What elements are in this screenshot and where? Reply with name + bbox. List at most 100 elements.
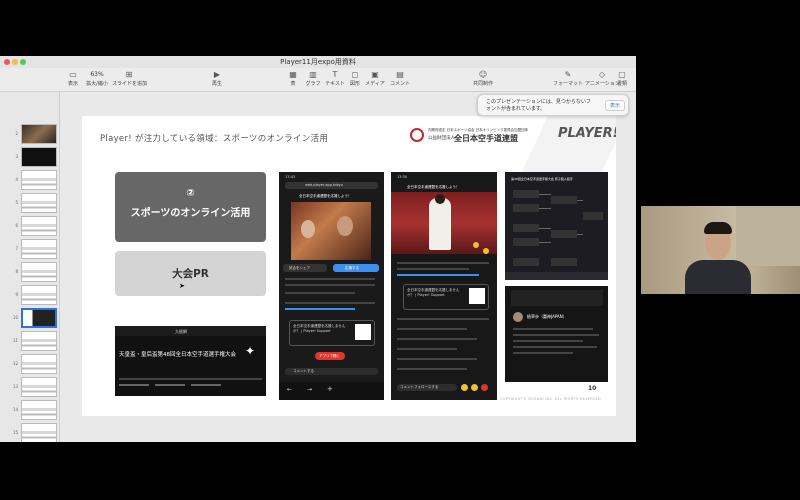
slide-thumbnail-number: 4 — [15, 177, 18, 182]
broadcast-caption: 天皇盃・皇后盃第48回全日本空手道選手権大会 — [119, 352, 237, 358]
phone-screenshot-1: 17:43 web.player-app.tokyo 全日本空手道連盟を応援しよ… — [279, 172, 384, 400]
slide-thumbnail-image — [21, 354, 57, 374]
jkf-logo-icon — [410, 128, 424, 142]
notice-show-button[interactable]: 表示 — [605, 100, 625, 111]
slide-thumbnail-image — [21, 377, 57, 397]
org-name: 全日本空手道連盟 — [454, 134, 518, 143]
copyright: COPYRIGHT© DOSANI INC. ALL RIGHTS RESERV… — [500, 397, 602, 401]
slide-thumbnail-number: 3 — [15, 154, 18, 159]
play-icon: ▶ — [213, 70, 221, 79]
profile-name: 植草歩（蕾神JAPAN） — [527, 314, 567, 319]
slide-thumbnail-image — [21, 216, 57, 236]
tournament-pr-label: 大会PR — [172, 268, 209, 280]
notice-text: このプレゼンテーションには、見つからないフォントが含まれています。 — [486, 99, 591, 112]
slide-thumbnail-11[interactable]: 11 — [6, 331, 58, 351]
phone1-url: web.player-app.tokyo — [305, 183, 343, 187]
slide-thumbnail-7[interactable]: 7 — [6, 239, 58, 259]
phone1-add-icon: + — [327, 385, 333, 393]
slide-thumbnail-image — [21, 193, 57, 213]
phone1-time: 17:43 — [285, 175, 296, 179]
phone2-headline: 全日本空手道連盟を応援しよう！ — [407, 185, 460, 189]
slide[interactable]: Player! が注力している領域：スポーツのオンライン活用 内閣府認定 日本ス… — [82, 116, 616, 416]
online-use-number: ② — [186, 188, 195, 199]
slide-thumbnail-15[interactable]: 15 — [6, 423, 58, 442]
play-button[interactable]: ▶ 再生 — [200, 70, 234, 88]
phone1-open-app-button: アプリで開く — [319, 354, 340, 358]
phone1-support-button: 応援する — [345, 266, 359, 270]
slide-thumbnail-8[interactable]: 8 — [6, 262, 58, 282]
document-title: Player11月expo用資料 — [280, 58, 356, 66]
format-button[interactable]: ✎ フォーマット — [551, 70, 585, 88]
slide-navigator: 2345678910111213141516 — [0, 92, 60, 442]
online-use-block[interactable]: ② スポーツのオンライン活用 — [115, 172, 266, 242]
slide-thumbnail-image — [21, 308, 57, 328]
slide-thumbnail-number: 14 — [12, 407, 18, 412]
phone1-headline: 全日本空手道連盟を応援しよう！ — [299, 194, 352, 198]
slide-thumbnail-9[interactable]: 9 — [6, 285, 58, 305]
screen: Player11月expo用資料 ▭ 表示 63% 拡大/縮小 ⊞ スライドを追… — [0, 0, 800, 500]
slide-thumbnail-4[interactable]: 4 — [6, 170, 58, 190]
org-prefix: 公益財団法人 — [428, 136, 455, 141]
document-button[interactable]: ▢ 書類 — [609, 70, 635, 88]
phone1-back-icon: ← — [287, 386, 293, 393]
player-logo: PLAYER! — [558, 126, 616, 141]
slide-thumbnail-image — [21, 331, 57, 351]
phone2-time: 13:30 — [397, 175, 408, 179]
slide-thumbnail-3[interactable]: 3 — [6, 147, 58, 167]
slide-thumbnail-number: 15 — [12, 430, 18, 435]
slide-thumbnail-10[interactable]: 10 — [6, 308, 58, 328]
slide-thumbnail-number: 8 — [15, 269, 18, 274]
slide-thumbnail-number: 13 — [12, 384, 18, 389]
mouse-cursor-icon: ➤ — [179, 282, 185, 290]
slide-thumbnail-6[interactable]: 6 — [6, 216, 58, 236]
slide-thumbnail-number: 2 — [15, 131, 18, 136]
person-body — [685, 260, 751, 294]
karate-figure-icon: ✦ — [245, 344, 256, 358]
slide-thumbnail-14[interactable]: 14 — [6, 400, 58, 420]
slide-thumbnail-number: 7 — [15, 246, 18, 251]
slide-thumbnail-image — [21, 170, 57, 190]
tv-broadcast-screenshot: 九経網 天皇盃・皇后盃第48回全日本空手道選手権大会 ✦ — [115, 326, 266, 396]
phone1-forward-icon: → — [307, 386, 313, 393]
slide-thumbnail-number: 9 — [15, 292, 18, 297]
slide-thumbnail-number: 11 — [12, 338, 18, 343]
comment-button[interactable]: ▤ コメント — [383, 70, 417, 88]
slide-thumbnail-number: 12 — [12, 361, 18, 366]
comment-icon: ▤ — [396, 70, 404, 79]
collaborate-button[interactable]: ☺ 共同制作 — [466, 70, 500, 88]
slide-thumbnail-number: 5 — [15, 200, 18, 205]
bracket-title: 第48回全日本空手道選手権大会 男子個人組手 — [511, 177, 573, 181]
slide-thumbnail-image — [21, 262, 57, 282]
tournament-pr-block[interactable]: 大会PR — [115, 251, 266, 296]
slide-thumbnail-image — [21, 400, 57, 420]
zoom-button[interactable]: 63% 拡大/縮小 — [80, 70, 114, 88]
slide-thumbnail-image — [21, 124, 57, 144]
slide-thumbnail-number: 6 — [15, 223, 18, 228]
add-slide-button[interactable]: ⊞ スライドを追加 — [112, 70, 147, 88]
phone2-comment: コメントフォロースする — [400, 385, 439, 389]
online-use-label: スポーツのオンライン活用 — [130, 208, 251, 219]
add-slide-icon: ⊞ — [125, 70, 133, 79]
zoom-value: 63% — [90, 71, 104, 78]
collaborate-icon: ☺ — [478, 70, 488, 79]
slide-thumbnail-image — [21, 285, 57, 305]
slide-title: Player! が注力している領域：スポーツのオンライン活用 — [100, 134, 329, 144]
slide-thumbnail-image — [21, 423, 57, 442]
webcam-video — [641, 206, 800, 294]
phone1-share-button: 試合をシェア — [289, 266, 310, 270]
phone-screenshot-2: 13:30 全日本空手道連盟を応援しよう！ 全日本空手道連盟を応援しませんか？ … — [391, 172, 497, 400]
bracket-screenshot: 第48回全日本空手道選手権大会 男子個人組手 — [505, 172, 608, 280]
broadcast-brand: 九経網 — [175, 329, 187, 334]
profile-screenshot: 植草歩（蕾神JAPAN） — [505, 286, 608, 382]
slide-thumbnail-2[interactable]: 2 — [6, 124, 58, 144]
phone2-card-text: 全日本空手道連盟を応援しませんか？ | Player! Support — [407, 288, 460, 297]
missing-font-notice: このプレゼンテーションには、見つからないフォントが含まれています。 表示 — [477, 94, 629, 116]
slide-thumbnail-5[interactable]: 5 — [6, 193, 58, 213]
slide-thumbnail-13[interactable]: 13 — [6, 377, 58, 397]
slide-thumbnail-image — [21, 239, 57, 259]
phone1-comment: コメントする — [293, 369, 314, 373]
document-icon: ▢ — [618, 70, 626, 79]
title-bar: Player11月expo用資料 — [0, 56, 636, 68]
slide-thumbnail-12[interactable]: 12 — [6, 354, 58, 374]
page-number: 10 — [588, 385, 597, 392]
